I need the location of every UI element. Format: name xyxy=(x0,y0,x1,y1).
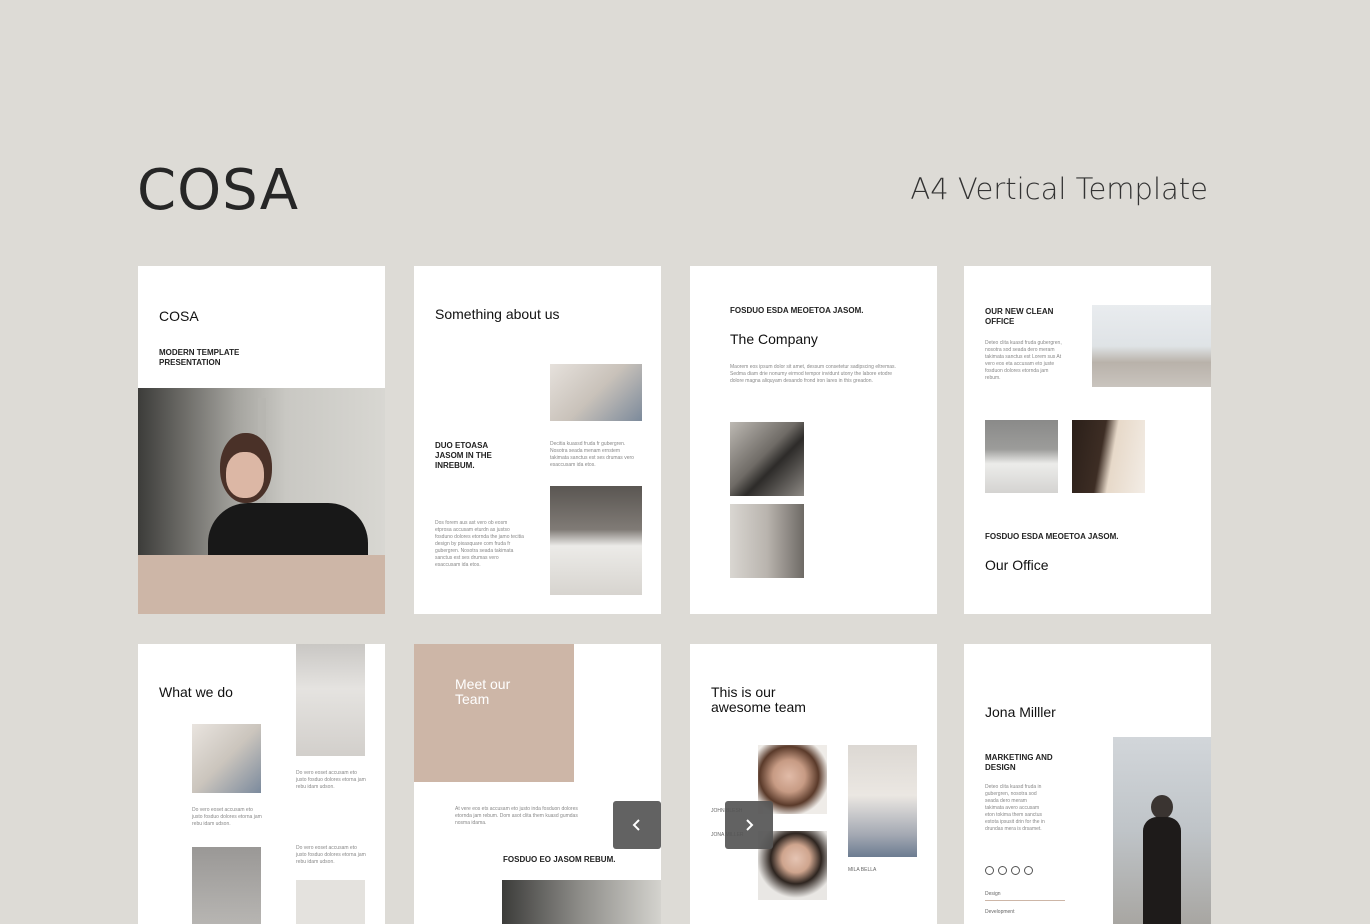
company-photo-2 xyxy=(730,504,804,578)
company-kicker: FOSDUO ESDA MEOETOA JASOM. xyxy=(730,306,864,315)
office-kicker: FOSDUO ESDA MEOETOA JASOM. xyxy=(985,532,1119,541)
about-photo-1 xyxy=(550,364,642,421)
cover-color-band xyxy=(138,555,385,614)
wwd-photo-bag xyxy=(192,847,261,924)
team-photo xyxy=(502,880,661,924)
slide-meet-team[interactable]: Meet our Team At vere eos ets accusam et… xyxy=(414,644,661,924)
profile-text: Deteo clita kuasd fruda in gubergren, no… xyxy=(985,784,1045,832)
slide-title: Meet our Team xyxy=(455,676,511,707)
skill-label-1: Design xyxy=(985,891,1001,897)
about-heading: DUO ETOASA JASOM IN THE INREBUM. xyxy=(435,441,492,470)
office-photo-3 xyxy=(1072,420,1145,493)
page-title: COSA xyxy=(137,158,300,223)
twitter-icon[interactable] xyxy=(985,866,994,875)
about-photo-2 xyxy=(550,486,642,595)
mail-icon[interactable] xyxy=(1024,866,1033,875)
wwd-photo-2 xyxy=(296,880,365,924)
slide-awesome-team[interactable]: This is our awesome team JOHN BLESH JONA… xyxy=(690,644,937,924)
page-subtitle: A4 Vertical Template xyxy=(910,172,1208,206)
slide-title: This is our awesome team xyxy=(711,684,806,715)
slide-subtitle: MODERN TEMPLATE PRESENTATION xyxy=(159,348,240,367)
slide-what-we-do[interactable]: What we do Do vero eoset accusam eto jus… xyxy=(138,644,385,924)
office-text: Deteo clita kuasd fruda gubergren, nosot… xyxy=(985,340,1062,381)
member-name-3: MILA BELLA xyxy=(848,867,877,873)
slide-title: Jona Milller xyxy=(985,704,1056,720)
skill-bar-1 xyxy=(985,900,1065,901)
team-caption: FOSDUO EO JASOM REBUM. xyxy=(503,855,616,864)
about-text-1: Decitia kuassd fruda fr gubergren. Nosot… xyxy=(550,441,634,468)
chevron-right-icon xyxy=(746,819,754,831)
slide-office[interactable]: OUR NEW CLEAN OFFICE Deteo clita kuasd f… xyxy=(964,266,1211,614)
office-photo-2 xyxy=(985,420,1058,493)
about-text-2: Dos forem aus ast vero ob eosm etprosa a… xyxy=(435,520,524,568)
company-photo-1 xyxy=(730,422,804,496)
slide-title: COSA xyxy=(159,308,199,324)
slide-title: Our Office xyxy=(985,557,1049,573)
linkedin-icon[interactable] xyxy=(1011,866,1020,875)
team-text: At vere eos ets accusam eto justo inda f… xyxy=(455,806,578,826)
wwd-text-2: Do vero eoset accusam eto justo fosduo d… xyxy=(192,807,262,827)
carousel-prev-button[interactable] xyxy=(613,801,661,849)
slide-title: What we do xyxy=(159,684,233,700)
carousel-next-button[interactable] xyxy=(725,801,773,849)
cover-photo xyxy=(138,388,385,555)
slide-about[interactable]: Something about us DUO ETOASA JASOM IN T… xyxy=(414,266,661,614)
chevron-left-icon xyxy=(632,819,640,831)
office-heading: OUR NEW CLEAN OFFICE xyxy=(985,307,1054,326)
slide-company[interactable]: FOSDUO ESDA MEOETOA JASOM. The Company M… xyxy=(690,266,937,614)
slide-cover[interactable]: COSA MODERN TEMPLATE PRESENTATION xyxy=(138,266,385,614)
company-text: Maorem eos ipsum dolor sit amet, dessum … xyxy=(730,364,896,384)
profile-role: MARKETING AND DESIGN xyxy=(985,753,1053,772)
wwd-photo-1 xyxy=(192,724,261,793)
instagram-icon[interactable] xyxy=(998,866,1007,875)
office-photo-1 xyxy=(1092,305,1211,387)
wwd-text-3: Do vero eoset accusam eto justo fosduo d… xyxy=(296,845,366,865)
slide-profile[interactable]: Jona Milller MARKETING AND DESIGN Deteo … xyxy=(964,644,1211,924)
slide-title: Something about us xyxy=(435,306,560,322)
social-icons xyxy=(985,866,1033,875)
member-photo-2 xyxy=(848,745,917,857)
wwd-text-1: Do vero eoset accusam eto justo fosduo d… xyxy=(296,770,366,790)
team-color-block xyxy=(414,644,574,782)
skill-label-2: Development xyxy=(985,909,1015,915)
profile-photo xyxy=(1113,737,1211,924)
slide-title: The Company xyxy=(730,331,818,347)
wwd-photo-sweater xyxy=(296,644,365,756)
